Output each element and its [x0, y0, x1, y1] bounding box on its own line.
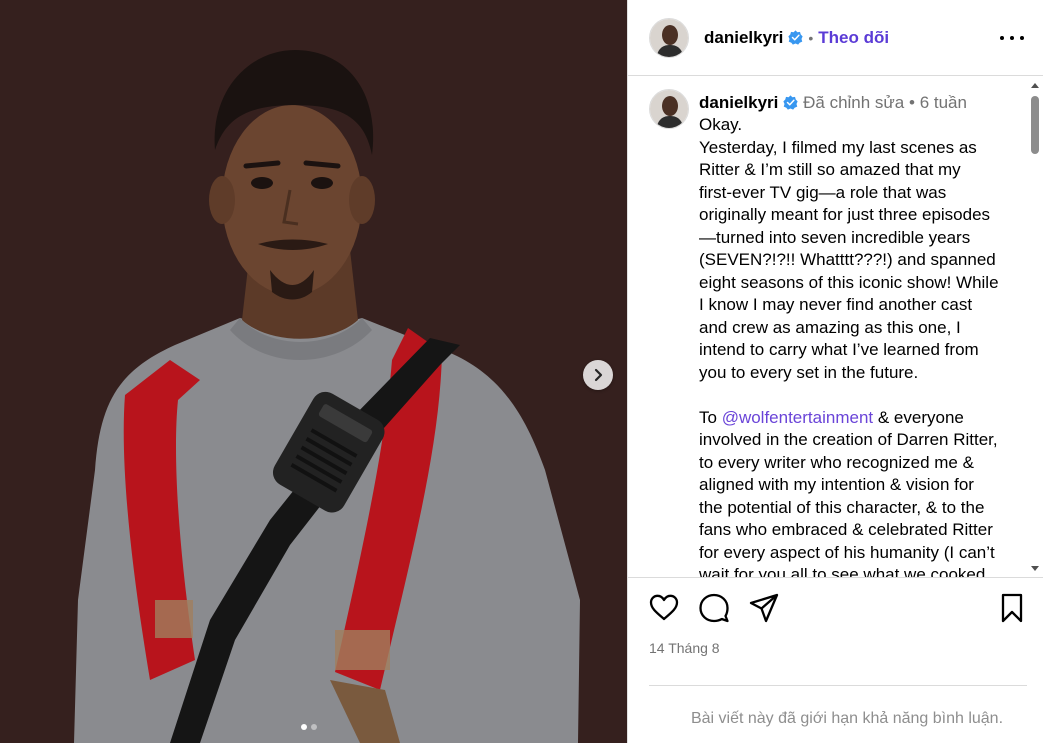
caption-line: Okay.	[699, 115, 743, 134]
caption-line: and crew as amazing as this one, I	[699, 317, 961, 337]
bookmark-icon[interactable]	[996, 592, 1028, 624]
caption-body: danielkyri Đã chỉnh sửa • 6 tuần Okay. Ye…	[699, 92, 1014, 577]
verified-badge-icon	[788, 30, 803, 45]
caption-paragraph-2: involved in the creation of Darren Ritte…	[699, 429, 1014, 577]
scroll-up-arrow-icon[interactable]	[1030, 81, 1040, 91]
scroll-down-arrow-icon[interactable]	[1030, 563, 1040, 573]
actions-divider	[628, 577, 1043, 578]
comments-limited-notice: Bài viết này đã giới hạn khả năng bình l…	[690, 710, 1004, 727]
caption-line: I know I may never find another cast	[699, 295, 973, 314]
caption-area: danielkyri Đã chỉnh sửa • 6 tuần Okay. Ye…	[628, 77, 1043, 577]
post-actions	[628, 592, 1043, 626]
para2-first-rest: & everyone	[873, 407, 964, 427]
comments-divider	[649, 685, 1027, 686]
post-header: danielkyri • Theo dõi	[628, 0, 1043, 76]
header-username[interactable]: danielkyri	[704, 28, 783, 48]
more-options-icon[interactable]	[1000, 28, 1024, 48]
caption-line: intend to carry what I’ve learned from	[699, 340, 979, 359]
verified-badge-icon	[783, 95, 798, 110]
heart-icon[interactable]	[648, 592, 680, 624]
caption-line: to every writer who recognized me &	[699, 452, 974, 472]
caption-username[interactable]: danielkyri	[699, 93, 778, 112]
caption-line: involved in the creation of Darren Ritte…	[699, 430, 998, 449]
para2-prefix: To	[699, 407, 722, 427]
caption-line: eight seasons of this iconic show! While	[699, 272, 999, 292]
caption-paragraph-1: Okay. Yesterday, I filmed my last scenes …	[699, 114, 1014, 384]
carousel-dot-active	[301, 724, 307, 730]
carousel-indicator	[301, 724, 317, 730]
post-date[interactable]: 14 Tháng 8	[649, 640, 720, 656]
caption-line: fans who embraced & celebrated Ritter	[699, 520, 993, 539]
post-side-panel: danielkyri • Theo dõi danielkyri Đã chỉn…	[627, 0, 1043, 743]
post-age[interactable]: 6 tuần	[920, 93, 967, 112]
carousel-dot	[311, 724, 317, 730]
caption-line: aligned with my intention & vision for	[699, 475, 974, 494]
caption-header: danielkyri Đã chỉnh sửa • 6 tuần	[699, 92, 1014, 114]
post-media[interactable]	[0, 0, 627, 743]
caption-line: for every aspect of his humanity (I can’…	[699, 542, 995, 562]
caption-paragraph-2-first-line: To @wolfentertainment & everyone	[699, 407, 1014, 430]
comment-icon[interactable]	[698, 592, 730, 624]
caption-scrollbar[interactable]	[1027, 77, 1043, 577]
avatar-image	[650, 18, 688, 57]
chevron-right-icon	[594, 368, 603, 382]
caption-line: wait for you all to see what we cooked	[699, 565, 986, 577]
caption-line: (SEVEN?!?!! Whatttt???!) and spanned	[699, 250, 996, 269]
caption-line: Yesterday, I filmed my last scenes as	[699, 137, 977, 157]
edited-label: Đã chỉnh sửa	[803, 93, 905, 112]
send-icon[interactable]	[748, 592, 780, 624]
mention-link[interactable]: @wolfentertainment	[722, 408, 873, 427]
avatar-image	[650, 90, 688, 128]
caption-line: —turned into seven incredible years	[699, 227, 971, 247]
caption-line: first-ever TV gig—a role that was	[699, 182, 947, 202]
post-photo	[0, 0, 627, 743]
caption-line: Ritter & I’m still so amazed that my	[699, 160, 961, 179]
caption-text: Okay. Yesterday, I filmed my last scenes …	[699, 114, 1014, 577]
follow-button[interactable]: Theo dõi	[818, 28, 889, 48]
caption-line: the potential of this character, & to th…	[699, 497, 985, 517]
scrollbar-thumb[interactable]	[1031, 96, 1039, 154]
caption-line: originally meant for just three episodes	[699, 205, 991, 224]
meta-separator: •	[909, 93, 915, 112]
caption-line: you to every set in the future.	[699, 362, 919, 382]
avatar[interactable]	[649, 17, 689, 58]
header-separator: •	[808, 29, 814, 46]
next-media-button[interactable]	[583, 360, 613, 390]
caption-avatar[interactable]	[649, 89, 689, 129]
